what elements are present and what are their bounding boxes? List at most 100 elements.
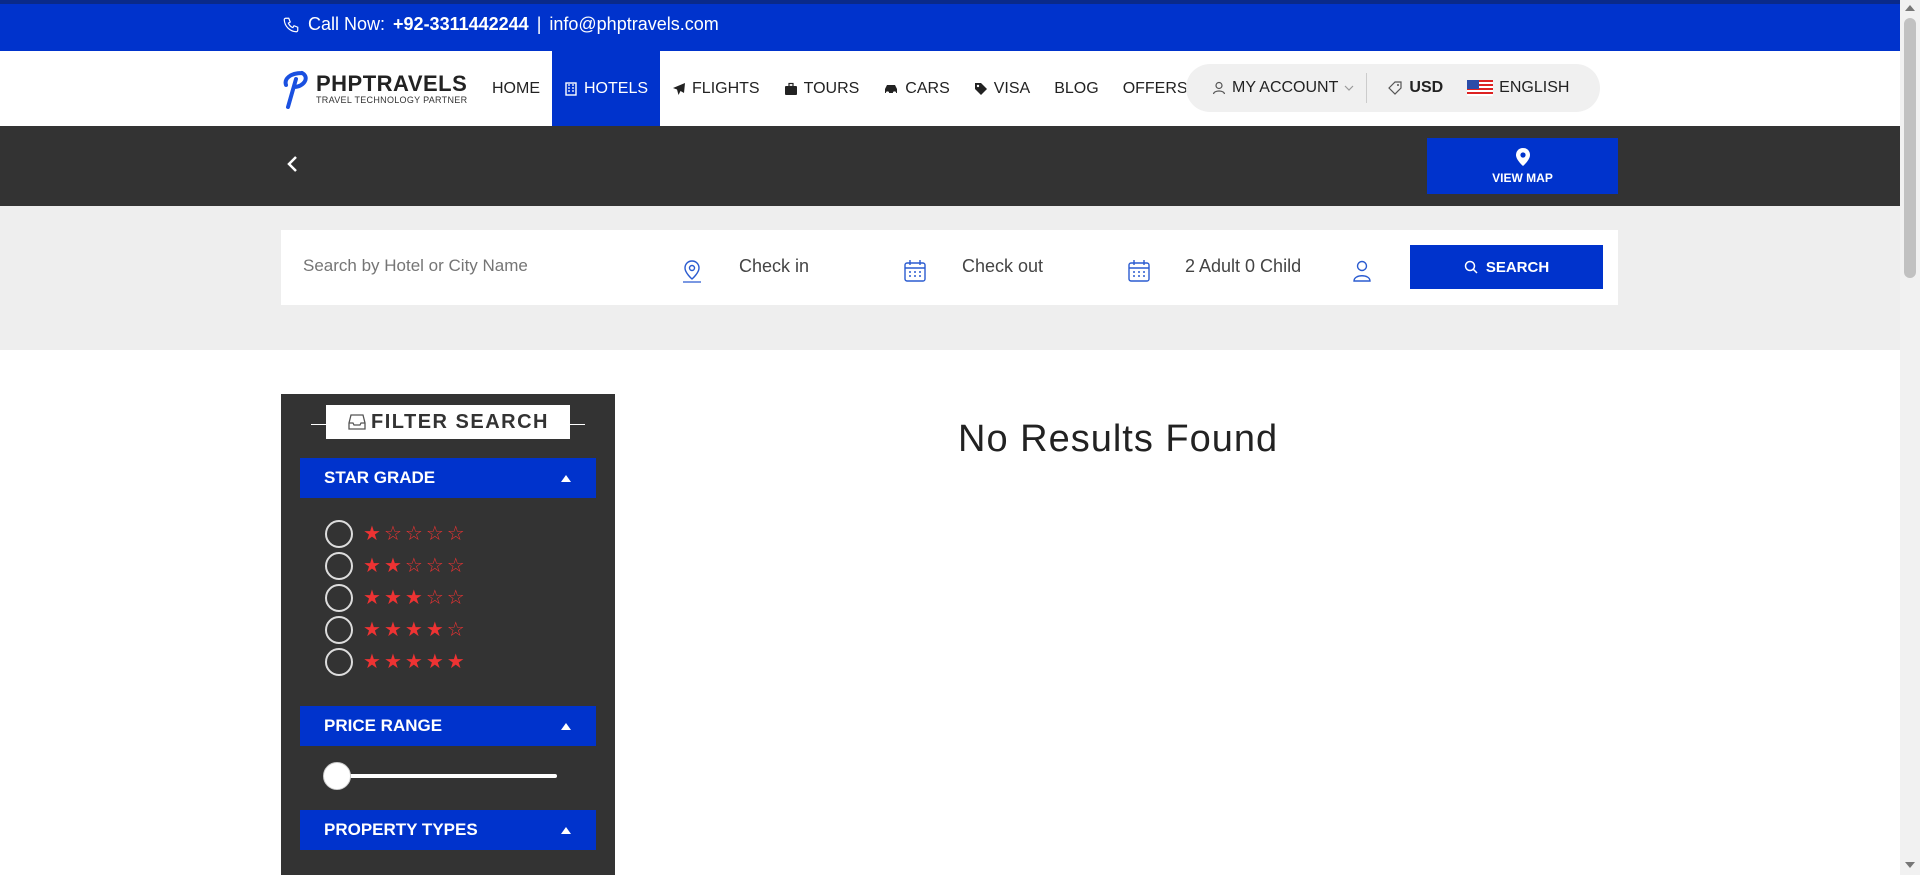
page-scrollbar[interactable] bbox=[1900, 0, 1920, 875]
collapse-arrow-icon bbox=[561, 827, 571, 834]
star-filled-icon: ★ bbox=[383, 587, 402, 609]
suitcase-icon bbox=[784, 82, 797, 95]
star-empty-icon: ☆ bbox=[446, 587, 465, 609]
star-option-1[interactable]: ★ ☆ ☆ ☆ ☆ bbox=[325, 520, 465, 548]
results-header-bar: VIEW MAP bbox=[0, 126, 1900, 206]
search-icon bbox=[1464, 260, 1478, 274]
filter-sidebar: FILTER SEARCH STAR GRADE ★ ☆ ☆ ☆ ☆ ★ ★ ☆ ☆ ☆ ★ ★ ★ ☆ ☆… bbox=[281, 394, 615, 875]
star-empty-icon: ☆ bbox=[404, 555, 423, 577]
email-link[interactable]: info@phptravels.com bbox=[549, 14, 718, 35]
filter-title-label: FILTER SEARCH bbox=[370, 410, 549, 433]
search-button[interactable]: SEARCH bbox=[1410, 245, 1603, 289]
star-filled-icon: ★ bbox=[425, 619, 444, 641]
logo-mark-icon bbox=[283, 71, 308, 109]
nav-tours[interactable]: TOURS bbox=[772, 51, 872, 126]
star-filled-icon: ★ bbox=[404, 651, 423, 673]
star-option-5[interactable]: ★ ★ ★ ★ ★ bbox=[325, 648, 465, 676]
no-results-message: No Results Found bbox=[958, 418, 1279, 460]
main-nav: PHPTRAVELS TRAVEL TECHNOLOGY PARTNER HOM… bbox=[0, 51, 1900, 126]
star-empty-icon: ☆ bbox=[446, 619, 465, 641]
star-option-4[interactable]: ★ ★ ★ ★ ☆ bbox=[325, 616, 465, 644]
scroll-down-arrow-icon[interactable] bbox=[1905, 862, 1915, 868]
my-account-label: MY ACCOUNT bbox=[1232, 79, 1339, 96]
separator: | bbox=[536, 14, 542, 34]
star-grade-header[interactable]: STAR GRADE bbox=[300, 458, 596, 498]
phone-icon bbox=[283, 17, 299, 32]
car-icon bbox=[885, 84, 898, 95]
hotel-search-input[interactable] bbox=[303, 256, 643, 276]
star-rating: ★ ★ ★ ★ ★ bbox=[363, 652, 465, 672]
nav-flights[interactable]: FLIGHTS bbox=[660, 51, 772, 126]
tag-icon bbox=[974, 82, 987, 95]
scroll-up-arrow-icon[interactable] bbox=[1905, 5, 1915, 11]
star-empty-icon: ☆ bbox=[425, 587, 444, 609]
nav-home-label: HOME bbox=[492, 79, 540, 97]
checkin-field[interactable]: Check in bbox=[739, 256, 809, 277]
star-rating: ★ ★ ☆ ☆ ☆ bbox=[363, 556, 465, 576]
star-filled-icon: ★ bbox=[363, 619, 381, 641]
star-radio[interactable] bbox=[325, 616, 353, 644]
price-slider-handle[interactable] bbox=[323, 762, 351, 790]
chevron-down-icon bbox=[1344, 85, 1354, 91]
my-account-dropdown[interactable]: MY ACCOUNT bbox=[1186, 79, 1366, 97]
inbox-icon bbox=[348, 414, 366, 430]
phone-number[interactable]: +92-3311442244 bbox=[393, 14, 529, 35]
call-label: Call Now: bbox=[308, 14, 386, 34]
star-filled-icon: ★ bbox=[446, 651, 465, 673]
calendar-icon bbox=[1128, 260, 1150, 282]
property-types-header[interactable]: PROPERTY TYPES bbox=[300, 810, 596, 850]
star-grade-label: STAR GRADE bbox=[324, 468, 436, 487]
nav-flights-label: FLIGHTS bbox=[692, 79, 760, 97]
star-radio[interactable] bbox=[325, 584, 353, 612]
collapse-arrow-icon bbox=[561, 475, 571, 482]
star-empty-icon: ☆ bbox=[425, 523, 444, 545]
view-map-label: VIEW MAP bbox=[1492, 171, 1553, 185]
star-radio[interactable] bbox=[325, 520, 353, 548]
star-filled-icon: ★ bbox=[404, 619, 423, 641]
building-icon bbox=[565, 81, 577, 96]
star-filled-icon: ★ bbox=[363, 555, 381, 577]
guests-field[interactable]: 2 Adult 0 Child bbox=[1185, 256, 1301, 277]
language-selector[interactable]: ENGLISH bbox=[1455, 79, 1581, 97]
map-pin-icon bbox=[1515, 148, 1530, 166]
view-map-button[interactable]: VIEW MAP bbox=[1427, 138, 1618, 194]
nav-items: HOME HOTELS FLIGHTS TOURS CARS VISA BLOG… bbox=[480, 51, 1200, 126]
nav-visa[interactable]: VISA bbox=[962, 51, 1042, 126]
price-range-header[interactable]: PRICE RANGE bbox=[300, 706, 596, 746]
nav-visa-label: VISA bbox=[993, 79, 1031, 97]
chevron-left-icon bbox=[287, 156, 297, 172]
nav-blog[interactable]: BLOG bbox=[1042, 51, 1110, 126]
star-option-2[interactable]: ★ ★ ☆ ☆ ☆ bbox=[325, 552, 465, 580]
star-radio[interactable] bbox=[325, 552, 353, 580]
currency-label: USD bbox=[1409, 79, 1444, 96]
price-slider-track[interactable] bbox=[325, 774, 557, 778]
checkout-field[interactable]: Check out bbox=[962, 256, 1043, 277]
back-button[interactable] bbox=[286, 154, 300, 179]
star-filled-icon: ★ bbox=[383, 651, 402, 673]
star-rating: ★ ★ ★ ☆ ☆ bbox=[363, 588, 465, 608]
account-pill: MY ACCOUNT USD ENGLISH bbox=[1186, 64, 1600, 112]
scroll-thumb[interactable] bbox=[1904, 18, 1916, 278]
star-option-3[interactable]: ★ ★ ★ ☆ ☆ bbox=[325, 584, 465, 612]
star-filled-icon: ★ bbox=[383, 619, 402, 641]
user-icon bbox=[1212, 81, 1226, 95]
us-flag-icon bbox=[1467, 80, 1494, 96]
nav-tours-label: TOURS bbox=[803, 79, 860, 97]
nav-cars[interactable]: CARS bbox=[871, 51, 961, 126]
nav-hotels[interactable]: HOTELS bbox=[552, 51, 661, 126]
logo[interactable]: PHPTRAVELS TRAVEL TECHNOLOGY PARTNER bbox=[280, 69, 467, 109]
property-types-label: PROPERTY TYPES bbox=[324, 820, 478, 839]
location-icon bbox=[683, 260, 701, 283]
star-empty-icon: ☆ bbox=[425, 555, 444, 577]
currency-selector[interactable]: USD bbox=[1367, 79, 1455, 97]
star-filled-icon: ★ bbox=[404, 587, 423, 609]
plane-icon bbox=[673, 82, 686, 95]
person-icon bbox=[1353, 260, 1371, 282]
search-form: Check in Check out 2 Adult 0 Child SEARC… bbox=[281, 230, 1618, 305]
star-filled-icon: ★ bbox=[425, 651, 444, 673]
nav-blog-label: BLOG bbox=[1054, 79, 1099, 97]
star-radio[interactable] bbox=[325, 648, 353, 676]
star-filled-icon: ★ bbox=[363, 587, 381, 609]
nav-home[interactable]: HOME bbox=[480, 51, 552, 126]
calendar-icon bbox=[904, 260, 926, 282]
